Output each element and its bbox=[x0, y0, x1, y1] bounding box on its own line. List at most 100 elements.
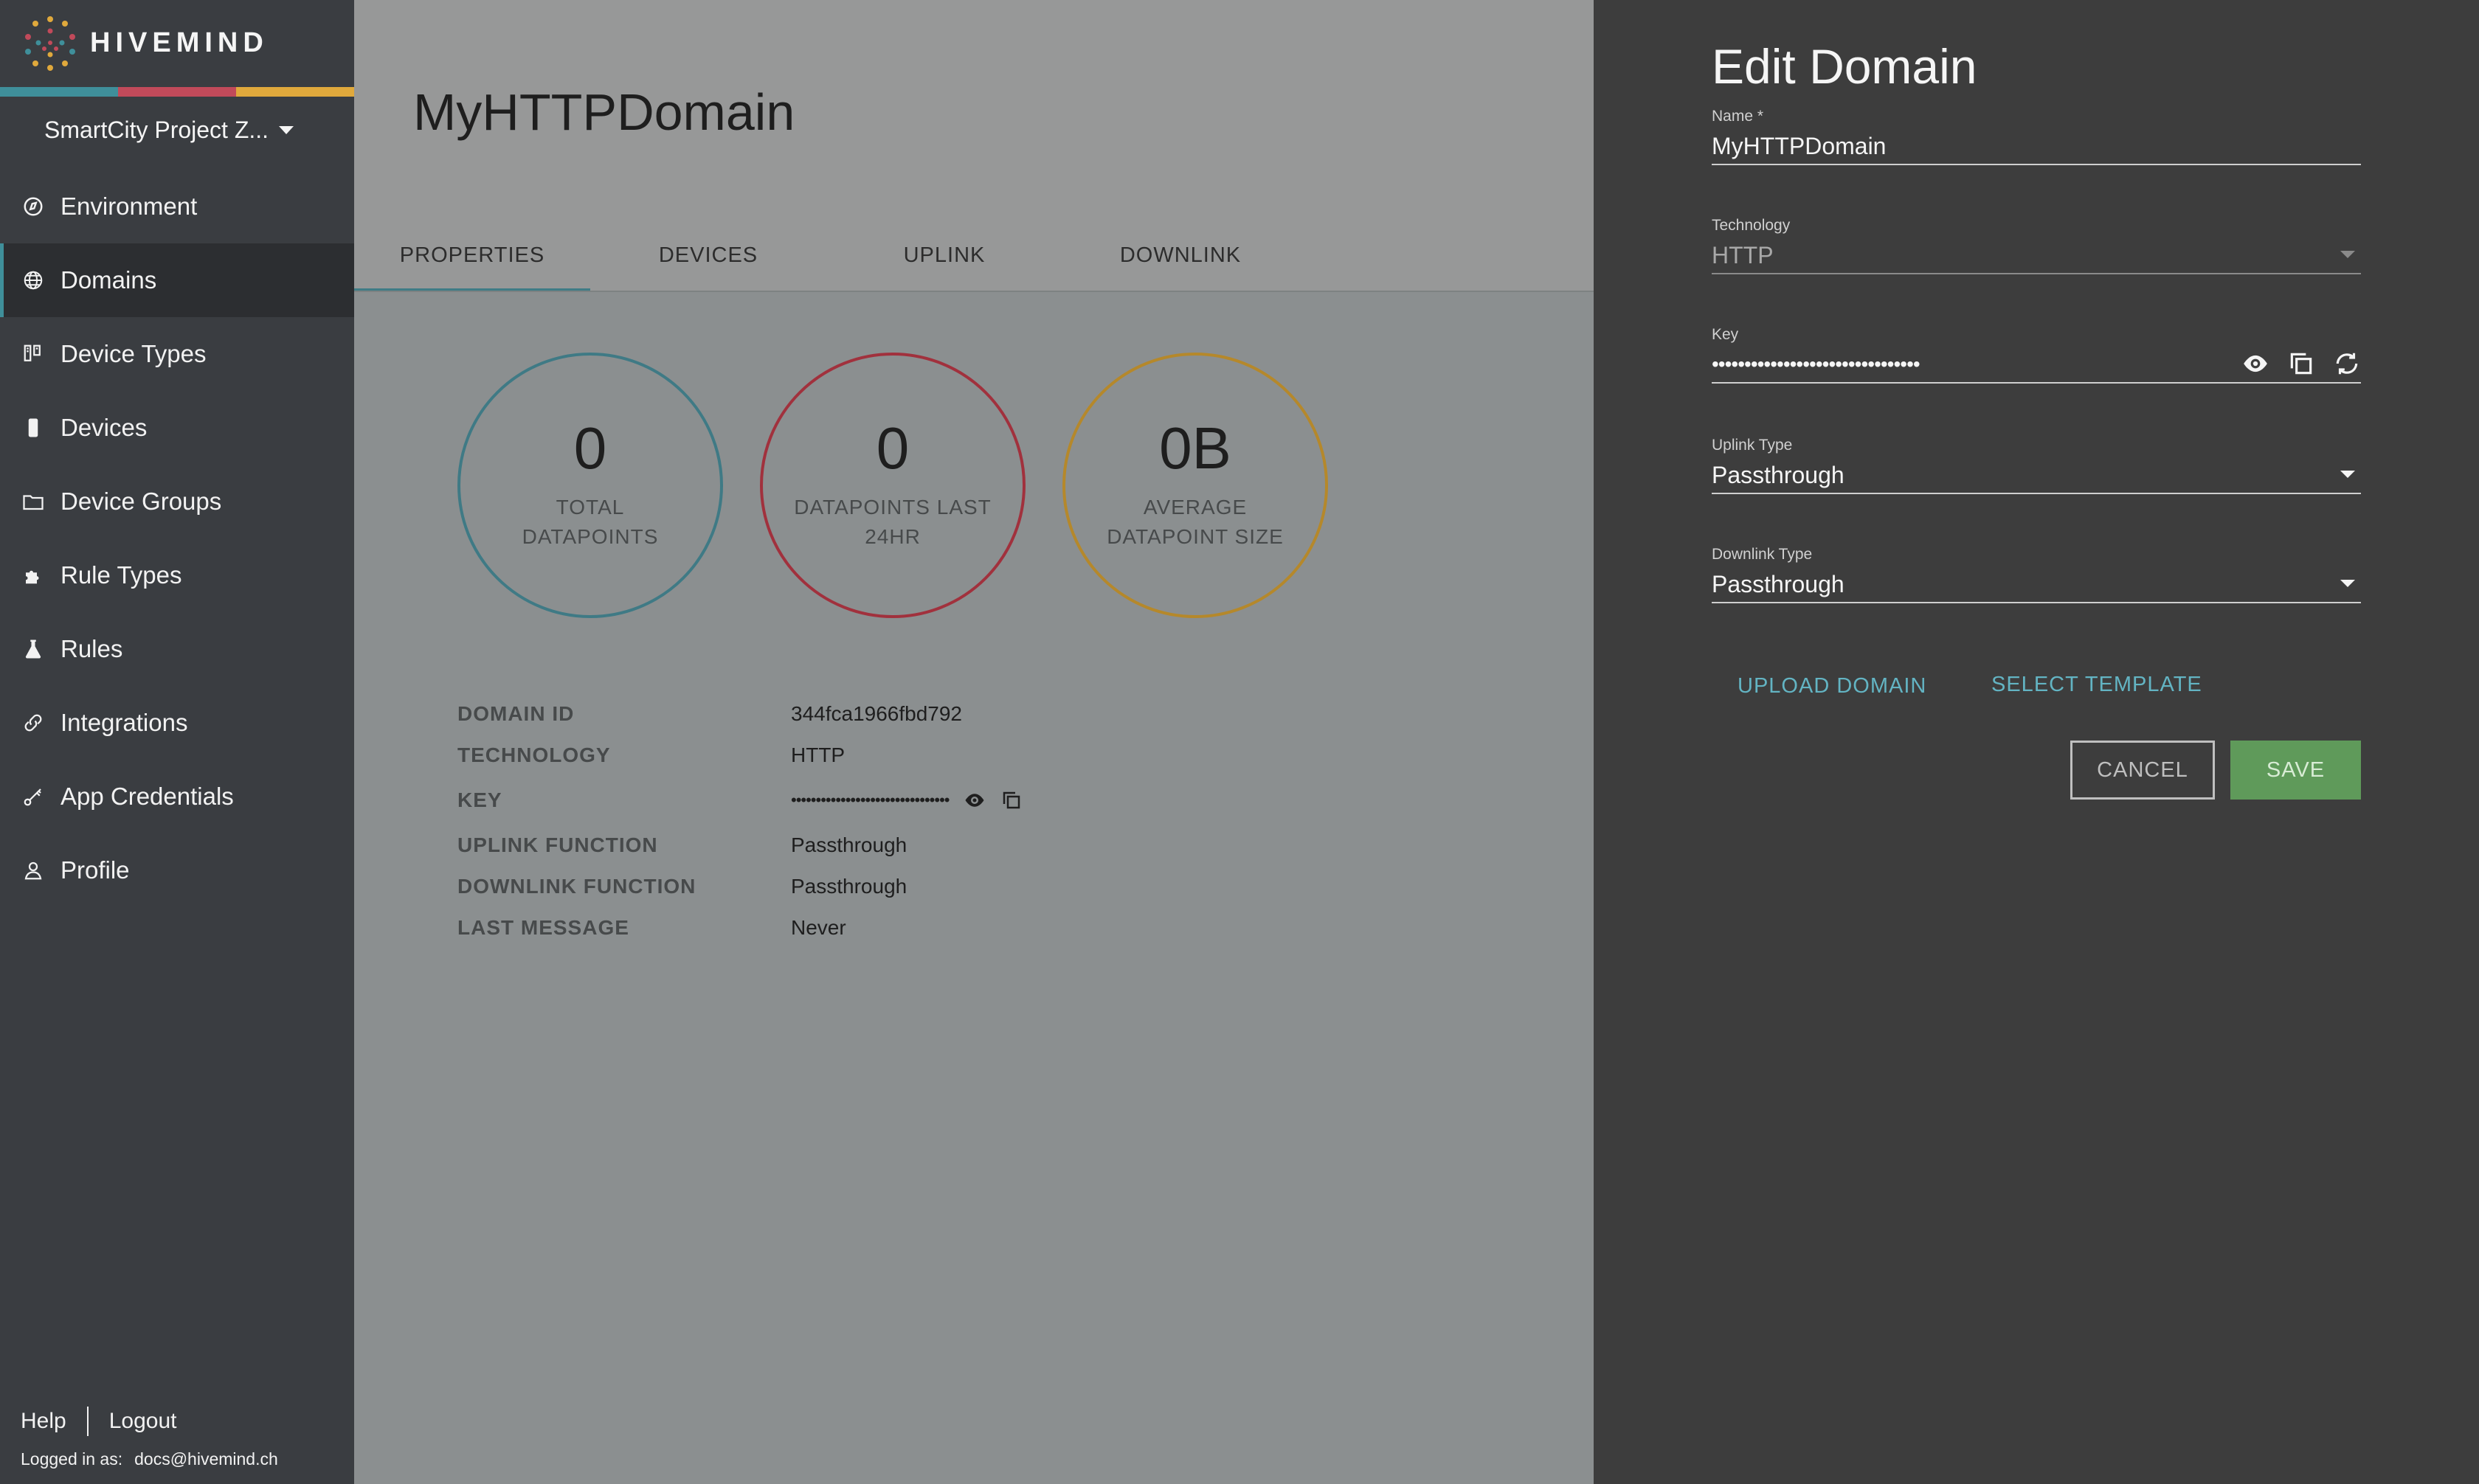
sidebar-item-rule-types[interactable]: Rule Types bbox=[0, 538, 354, 612]
project-selector[interactable]: SmartCity Project Z... bbox=[44, 117, 294, 144]
tab-uplink[interactable]: UPLINK bbox=[826, 229, 1062, 292]
stat-datapoints-24hr: 0 DATAPOINTS LAST 24HR bbox=[760, 353, 1026, 618]
property-label: UPLINK FUNCTION bbox=[457, 833, 658, 856]
flask-icon bbox=[21, 637, 46, 662]
property-key-value: •••••••••••••••••••••••••••••••• bbox=[791, 789, 1023, 811]
field-label: Technology bbox=[1712, 217, 1791, 234]
sidebar-item-label: Rule Types bbox=[60, 561, 182, 589]
downlink-type-select[interactable]: Downlink Type Passthrough bbox=[1712, 546, 2361, 603]
cancel-button[interactable]: CANCEL bbox=[2070, 741, 2215, 800]
uplink-type-value[interactable]: Passthrough bbox=[1712, 459, 2361, 491]
stat-label: TOTAL DATAPOINTS bbox=[522, 496, 659, 548]
main-content: MyHTTPDomain PROPERTIES DEVICES UPLINK D… bbox=[354, 0, 1594, 1484]
eye-icon[interactable] bbox=[2241, 350, 2269, 378]
link-icon bbox=[21, 710, 46, 735]
sidebar-item-device-groups[interactable]: Device Groups bbox=[0, 465, 354, 538]
stat-label: AVERAGE DATAPOINT SIZE bbox=[1107, 496, 1284, 548]
folder-icon bbox=[21, 489, 46, 514]
sidebar-item-devices[interactable]: Devices bbox=[0, 391, 354, 465]
sidebar-item-environment[interactable]: Environment bbox=[0, 170, 354, 243]
property-row: DOMAIN ID 344fca1966fbd792 bbox=[457, 693, 1023, 735]
sidebar-item-rules[interactable]: Rules bbox=[0, 612, 354, 686]
page-title: MyHTTPDomain bbox=[413, 83, 795, 141]
upload-domain-button[interactable]: UPLOAD DOMAIN bbox=[1738, 674, 1926, 698]
hivemind-logo-icon bbox=[25, 16, 75, 71]
panel-title: Edit Domain bbox=[1712, 39, 1977, 94]
property-value: Passthrough bbox=[791, 833, 907, 856]
key-input[interactable]: •••••••••••••••••••••••••••••••• bbox=[1712, 348, 2361, 381]
field-label: Key bbox=[1712, 326, 1739, 343]
sidebar-item-label: Devices bbox=[60, 414, 148, 441]
sidebar-footer: Help Logout Logged in as: docs@hivemind.c… bbox=[21, 1407, 278, 1469]
stat-value: 0 bbox=[876, 415, 910, 481]
property-value: Never bbox=[791, 916, 846, 939]
help-link[interactable]: Help bbox=[21, 1409, 66, 1434]
user-icon bbox=[21, 858, 46, 883]
divider bbox=[1712, 382, 2361, 384]
name-field[interactable]: Name * MyHTTPDomain bbox=[1712, 108, 2361, 165]
tab-properties[interactable]: PROPERTIES bbox=[354, 229, 590, 292]
sidebar-item-label: Domains bbox=[60, 266, 157, 294]
sidebar: HIVEMIND SmartCity Project Z... Environm… bbox=[0, 0, 354, 1484]
property-label: DOWNLINK FUNCTION bbox=[457, 875, 696, 898]
logo[interactable]: HIVEMIND bbox=[21, 13, 269, 72]
chevron-down-icon bbox=[2340, 580, 2355, 587]
technology-text: HTTP bbox=[1712, 241, 1774, 268]
name-input[interactable]: MyHTTPDomain bbox=[1712, 130, 2361, 162]
divider bbox=[1712, 164, 2361, 165]
property-label: LAST MESSAGE bbox=[457, 916, 629, 939]
uplink-type-select[interactable]: Uplink Type Passthrough bbox=[1712, 437, 2361, 494]
divider bbox=[1712, 273, 2361, 274]
puzzle-icon bbox=[21, 563, 46, 588]
property-value: 344fca1966fbd792 bbox=[791, 702, 962, 725]
project-name: SmartCity Project Z... bbox=[44, 117, 269, 143]
property-label: KEY bbox=[457, 788, 502, 811]
property-row: TECHNOLOGY HTTP bbox=[457, 735, 1023, 776]
sidebar-item-app-credentials[interactable]: App Credentials bbox=[0, 760, 354, 833]
chevron-down-icon bbox=[2340, 471, 2355, 478]
sidebar-item-label: Integrations bbox=[60, 709, 188, 736]
sidebar-item-domains[interactable]: Domains bbox=[0, 243, 354, 317]
copy-icon[interactable] bbox=[1000, 789, 1023, 811]
property-row: DOWNLINK FUNCTION Passthrough bbox=[457, 866, 1023, 907]
property-row: LAST MESSAGE Never bbox=[457, 907, 1023, 949]
sidebar-item-device-types[interactable]: Device Types bbox=[0, 317, 354, 391]
field-label: Downlink Type bbox=[1712, 546, 1813, 563]
eye-icon[interactable] bbox=[964, 789, 986, 811]
property-row: UPLINK FUNCTION Passthrough bbox=[457, 825, 1023, 866]
property-value: Passthrough bbox=[791, 875, 907, 898]
key-actions bbox=[2224, 350, 2361, 378]
logged-in-user: docs@hivemind.ch bbox=[134, 1449, 278, 1469]
sidebar-item-profile[interactable]: Profile bbox=[0, 833, 354, 907]
brand-color-bar bbox=[0, 87, 354, 97]
sidebar-item-label: Device Groups bbox=[60, 488, 222, 515]
stats-row: 0 TOTAL DATAPOINTS 0 DATAPOINTS LAST 24H… bbox=[457, 353, 1365, 618]
stat-value: 0 bbox=[573, 415, 607, 481]
globe-icon bbox=[21, 268, 46, 293]
properties-list: DOMAIN ID 344fca1966fbd792 TECHNOLOGY HT… bbox=[457, 693, 1023, 949]
divider bbox=[1712, 602, 2361, 603]
key-field[interactable]: Key •••••••••••••••••••••••••••••••• bbox=[1712, 326, 2361, 384]
sidebar-item-integrations[interactable]: Integrations bbox=[0, 686, 354, 760]
save-button[interactable]: SAVE bbox=[2230, 741, 2361, 800]
key-masked: •••••••••••••••••••••••••••••••• bbox=[791, 791, 950, 809]
tab-downlink[interactable]: DOWNLINK bbox=[1062, 229, 1299, 292]
select-template-button[interactable]: SELECT TEMPLATE bbox=[1991, 673, 2202, 697]
copy-icon[interactable] bbox=[2287, 350, 2315, 378]
sidebar-item-label: Device Types bbox=[60, 340, 207, 367]
stat-total-datapoints: 0 TOTAL DATAPOINTS bbox=[457, 353, 723, 618]
stat-average-size: 0B AVERAGE DATAPOINT SIZE bbox=[1062, 353, 1328, 618]
downlink-type-value[interactable]: Passthrough bbox=[1712, 568, 2361, 600]
stat-label: DATAPOINTS LAST 24HR bbox=[794, 496, 992, 548]
brand-name: HIVEMIND bbox=[90, 27, 269, 58]
logout-link[interactable]: Logout bbox=[109, 1409, 177, 1434]
tab-devices[interactable]: DEVICES bbox=[590, 229, 826, 292]
divider bbox=[1712, 493, 2361, 494]
divider bbox=[354, 291, 1594, 292]
divider bbox=[86, 1407, 89, 1436]
refresh-icon[interactable] bbox=[2333, 350, 2361, 378]
environment-icon bbox=[21, 194, 46, 219]
sidebar-item-label: Rules bbox=[60, 635, 123, 662]
logged-in-label: Logged in as: bbox=[21, 1449, 123, 1469]
key-masked: •••••••••••••••••••••••••••••••• bbox=[1712, 353, 1920, 375]
